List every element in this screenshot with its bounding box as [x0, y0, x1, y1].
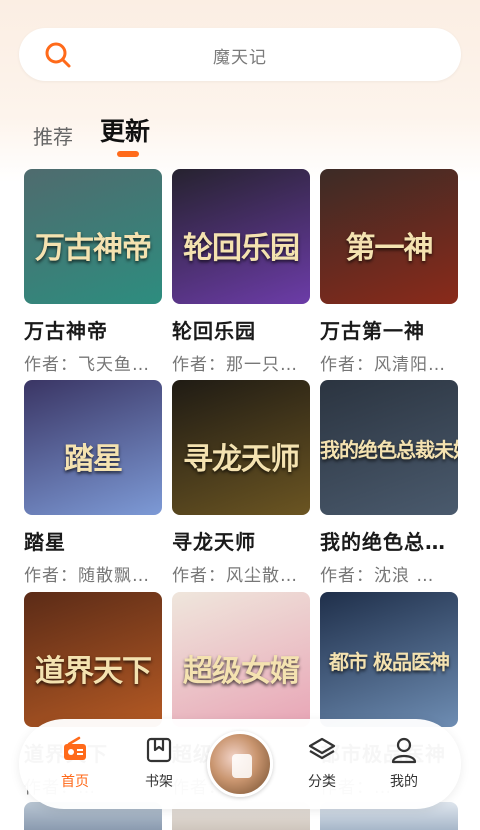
book-card[interactable]: 轮回乐园 轮回乐园 作者：那一只… [172, 169, 310, 375]
nav-label-category: 分类 [308, 774, 336, 790]
book-card[interactable]: 第一神万古第一神作者：风清阳… [320, 169, 458, 375]
cover-title-art: 都市 极品医神 [329, 650, 450, 674]
tab-update[interactable]: 更新 [100, 112, 150, 148]
book-card[interactable]: 踏星 踏星 作者：随散飘… [24, 380, 162, 586]
book-title[interactable]: 轮回乐园 [172, 315, 310, 344]
radio-icon [64, 736, 86, 760]
bookmark-box-icon [146, 737, 172, 763]
book-cover[interactable]: 道界天下 [24, 592, 162, 727]
book-cover[interactable]: 轮回乐园 [172, 169, 310, 304]
nav-label-mine: 我的 [390, 774, 418, 790]
book-cover[interactable]: 我的绝色总裁未婚妻 [320, 380, 458, 515]
cover-title-art: 万古神帝 [35, 231, 152, 266]
layers-icon [308, 737, 336, 760]
play-indicator [232, 754, 252, 778]
nav-home[interactable]: 首页 [45, 735, 105, 791]
cover-title-art: 我的绝色总裁未婚妻 [320, 438, 458, 462]
book-card[interactable]: 寻龙天师 寻龙天师 作者：风尘散… [172, 380, 310, 586]
nav-category[interactable]: 分类 [292, 735, 352, 791]
search-bar[interactable]: 魔天记 [19, 28, 461, 81]
book-cover[interactable]: 寻龙天师 [172, 380, 310, 515]
cover-title-art: 轮回乐园 [183, 231, 300, 266]
book-title[interactable]: 万古第一神 [320, 315, 458, 344]
cover-title-art: 踏星 [64, 442, 123, 477]
book-title[interactable]: 我的绝色总… [320, 526, 458, 555]
book-author: 作者：沈浪 … [320, 566, 435, 586]
book-cover[interactable]: 第一神 [320, 169, 458, 304]
active-tab-indicator [117, 151, 139, 157]
book-author: 作者：那一只… [172, 355, 298, 375]
book-author: 作者：风尘散… [172, 566, 298, 586]
book-cover[interactable]: 万古神帝 [24, 169, 162, 304]
user-icon [391, 737, 417, 764]
cover-title-art: 第一神 [345, 231, 434, 266]
book-title[interactable]: 万古神帝 [24, 315, 162, 344]
book-cover[interactable]: 超级女婿 [172, 592, 310, 727]
book-card[interactable]: 万古神帝 万古神帝 作者：飞天鱼… [24, 169, 162, 375]
bottom-nav: 首页 书架 分类 我的 [19, 719, 461, 809]
book-title[interactable]: 踏星 [24, 526, 162, 555]
nav-label-bookshelf: 书架 [145, 774, 173, 790]
cover-title-art: 超级女婿 [183, 654, 300, 689]
book-cover[interactable]: 都市 极品医神 [320, 592, 458, 727]
cover-title-art: 寻龙天师 [183, 442, 300, 477]
nav-mine[interactable]: 我的 [374, 735, 434, 791]
nav-label-home: 首页 [61, 774, 89, 790]
book-card[interactable]: 我的绝色总裁未婚妻我的绝色总… 作者：沈浪 … [320, 380, 458, 586]
tab-recommend[interactable]: 推荐 [33, 121, 73, 150]
book-author: 作者：飞天鱼… [24, 355, 150, 375]
book-title[interactable]: 寻龙天师 [172, 526, 310, 555]
nav-bookshelf[interactable]: 书架 [129, 735, 189, 791]
now-playing-cover-icon[interactable] [207, 731, 273, 797]
search-placeholder: 魔天记 [213, 48, 267, 68]
cover-title-art: 道界天下 [35, 654, 152, 689]
book-cover[interactable]: 踏星 [24, 380, 162, 515]
book-author: 作者：随散飘… [24, 566, 150, 586]
book-author: 作者：风清阳… [320, 355, 446, 375]
